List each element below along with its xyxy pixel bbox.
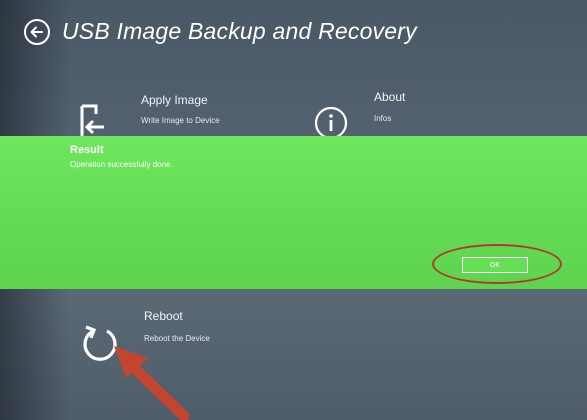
- apply-image-subtitle: Write Image to Device: [141, 116, 220, 125]
- about-title: About: [374, 90, 406, 104]
- ok-button[interactable]: OK: [462, 257, 528, 273]
- apply-image-tile[interactable]: Apply Image Write Image to Device: [78, 88, 258, 142]
- back-button[interactable]: [24, 18, 50, 45]
- apply-image-title: Apply Image: [141, 93, 208, 107]
- result-dialog: Result Operation successfully done. OK: [0, 136, 587, 289]
- app-screen: USB Image Backup and Recovery Apply Imag…: [0, 0, 587, 420]
- about-tile[interactable]: About Infos: [314, 86, 464, 140]
- page-title: USB Image Backup and Recovery: [62, 18, 417, 44]
- dialog-title: Result: [70, 144, 104, 156]
- annotation-arrow-icon: [114, 346, 190, 420]
- reboot-title: Reboot: [144, 309, 183, 323]
- app-header: USB Image Backup and Recovery: [24, 18, 417, 45]
- info-icon: [314, 106, 348, 140]
- about-subtitle: Infos: [374, 114, 392, 123]
- dialog-message: Operation successfully done.: [70, 160, 173, 169]
- back-arrow-icon: [30, 26, 43, 37]
